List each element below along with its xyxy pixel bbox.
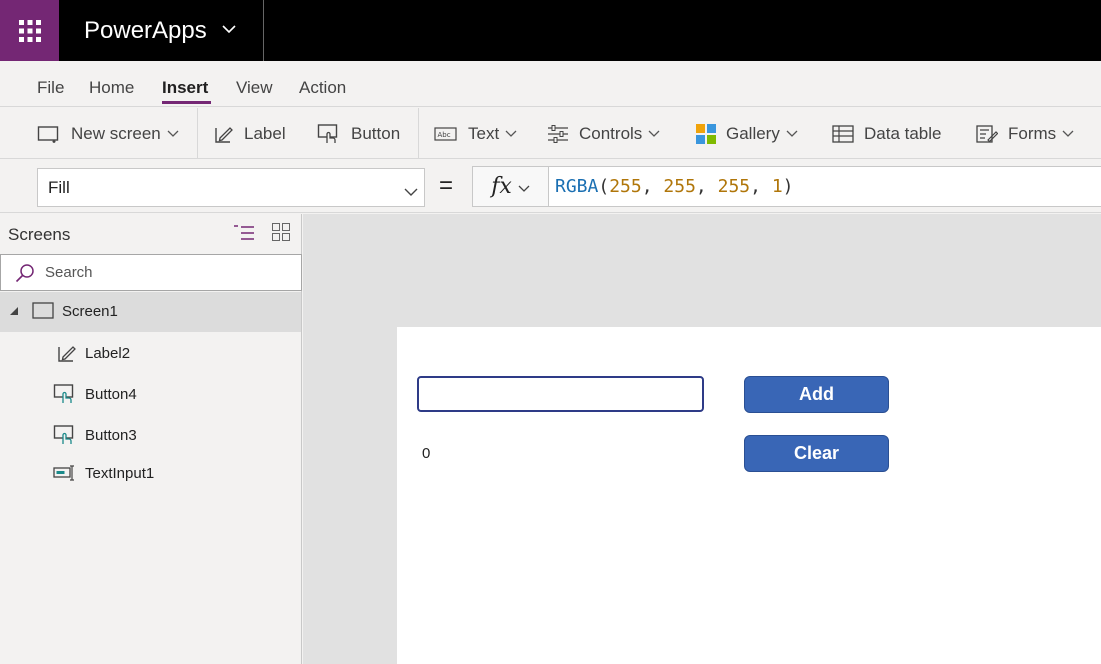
gallery-icon — [696, 123, 716, 144]
header-divider — [263, 0, 264, 61]
app-launcher-button[interactable] — [0, 0, 59, 61]
tree-item-textinput1[interactable]: TextInput1 — [53, 464, 154, 482]
chevron-down-icon — [404, 182, 418, 202]
chevron-down-icon — [1062, 130, 1074, 138]
new-screen-label: New screen — [71, 123, 161, 143]
chevron-down-icon — [786, 130, 798, 138]
tree-item-label: Button3 — [85, 426, 137, 444]
button-icon — [317, 123, 341, 145]
insert-controls-label: Controls — [579, 123, 643, 143]
text-box-icon: Abc — [434, 126, 458, 142]
label-edit-icon — [57, 343, 77, 363]
tree-item-label2[interactable]: Label2 — [57, 343, 130, 363]
function-button[interactable]: fx — [472, 166, 549, 207]
tab-file[interactable]: File — [37, 78, 64, 98]
insert-button-button[interactable]: Button — [317, 108, 400, 159]
chevron-down-icon — [518, 174, 530, 199]
chevron-down-icon — [648, 130, 660, 138]
insert-label-button[interactable]: Label — [214, 108, 286, 159]
text-input-field[interactable] — [417, 376, 704, 412]
tree-item-label: Label2 — [85, 344, 131, 362]
expand-triangle-icon[interactable] — [9, 306, 19, 316]
insert-text-button[interactable]: Abc Text — [434, 108, 517, 159]
tree-item-label: TextInput1 — [85, 464, 155, 482]
equals-sign: = — [439, 172, 454, 199]
property-value: Fill — [48, 177, 70, 197]
fx-icon: fx — [491, 174, 512, 199]
ribbon-divider — [418, 108, 419, 159]
tree-item-label: Button4 — [85, 385, 137, 403]
app-header: PowerApps — [0, 0, 1101, 61]
insert-text-label: Text — [468, 123, 500, 143]
insert-gallery-button[interactable]: Gallery — [696, 108, 798, 159]
search-input[interactable]: Search — [0, 254, 302, 291]
screens-panel: Screens Search Screen1 Label2 Button4 Bu… — [0, 214, 302, 664]
grid-view-icon[interactable] — [272, 223, 290, 241]
button-icon — [53, 424, 77, 446]
formula-function: RGBA — [555, 176, 599, 197]
tree-item-button4[interactable]: Button4 — [53, 383, 137, 405]
clear-button[interactable]: Clear — [744, 435, 889, 472]
ribbon: New screen Label Button Abc Text Control… — [0, 108, 1101, 159]
table-icon — [832, 124, 854, 143]
insert-forms-label: Forms — [1008, 123, 1057, 143]
app-title[interactable]: PowerApps — [84, 16, 207, 46]
tab-view[interactable]: View — [236, 78, 273, 98]
chevron-down-icon[interactable] — [222, 24, 236, 34]
active-tab-indicator — [162, 101, 211, 104]
label-edit-icon — [214, 124, 234, 144]
formula-bar: Fill = fx RGBA(255, 255, 255, 1) — [0, 160, 1101, 213]
insert-button-text: Button — [351, 123, 401, 143]
tree-item-button3[interactable]: Button3 — [53, 424, 137, 446]
search-icon — [15, 263, 35, 283]
new-screen-button[interactable]: New screen — [37, 108, 179, 159]
screen-icon — [32, 302, 54, 320]
search-placeholder: Search — [45, 264, 93, 281]
tab-insert[interactable]: Insert — [162, 78, 208, 98]
form-icon — [976, 124, 998, 144]
waffle-icon — [18, 19, 41, 42]
formula-arg: 255 — [609, 176, 642, 197]
button-icon — [53, 383, 77, 405]
menu-bar: File Home Insert View Action — [0, 61, 1101, 107]
tree-item-screen1[interactable]: Screen1 — [32, 302, 118, 320]
formula-arg: 255 — [663, 176, 696, 197]
chevron-down-icon — [505, 130, 517, 138]
tab-home[interactable]: Home — [89, 78, 134, 98]
formula-arg: 255 — [717, 176, 751, 197]
ribbon-divider — [197, 108, 198, 159]
insert-data-table-button[interactable]: Data table — [832, 108, 942, 159]
insert-data-table-label: Data table — [864, 123, 942, 143]
list-view-icon[interactable] — [233, 224, 255, 242]
insert-controls-button[interactable]: Controls — [547, 108, 660, 159]
formula-arg: 1 — [771, 176, 783, 197]
text-input-icon — [53, 464, 77, 482]
svg-text:Abc: Abc — [438, 131, 451, 139]
insert-forms-button[interactable]: Forms — [976, 108, 1074, 159]
sliders-icon — [547, 124, 569, 144]
property-dropdown[interactable]: Fill — [37, 168, 425, 207]
count-label: 0 — [422, 445, 431, 462]
insert-label-text: Label — [244, 123, 286, 143]
insert-gallery-label: Gallery — [726, 123, 780, 143]
new-screen-icon — [37, 124, 61, 144]
formula-input[interactable]: RGBA(255, 255, 255, 1) — [548, 166, 1101, 207]
tab-action[interactable]: Action — [299, 78, 346, 98]
add-button[interactable]: Add — [744, 376, 889, 413]
chevron-down-icon — [167, 130, 179, 138]
panel-title: Screens — [8, 225, 71, 244]
tree-item-label: Screen1 — [62, 302, 118, 320]
